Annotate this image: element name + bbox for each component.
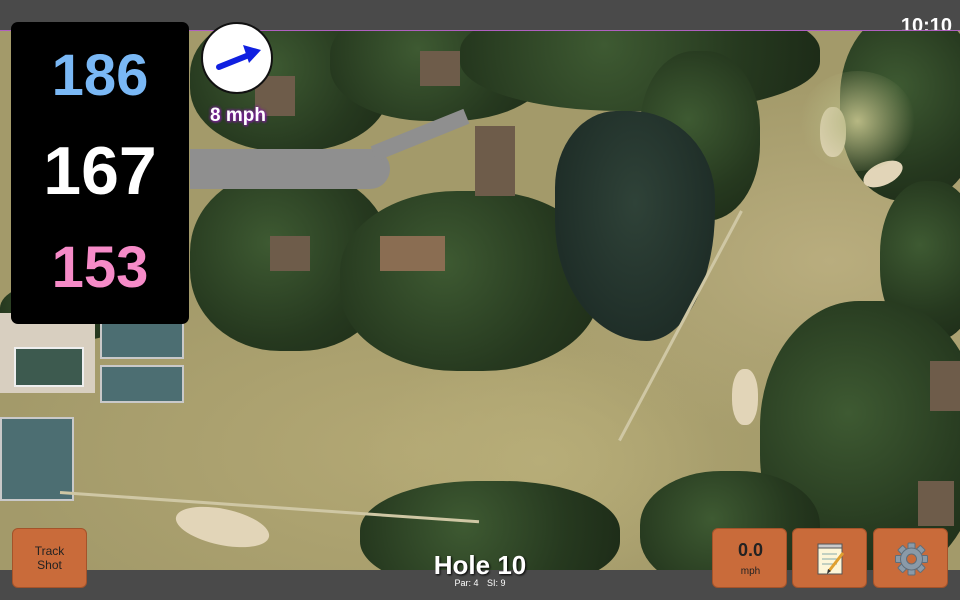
- wind-arrow-icon: [216, 45, 261, 70]
- house: [475, 126, 515, 196]
- back-distance: 186: [51, 43, 149, 108]
- distance-panel: 186 167 153: [11, 22, 189, 324]
- road: [190, 149, 390, 189]
- track-shot-label-line1: Track: [34, 544, 65, 558]
- putting-green: [800, 71, 915, 171]
- house: [420, 51, 460, 86]
- house: [380, 236, 445, 271]
- track-shot-button[interactable]: Track Shot: [12, 528, 87, 588]
- tennis-court: [0, 417, 74, 501]
- tennis-court: [100, 365, 184, 403]
- pool: [14, 347, 84, 387]
- hole-par: Par: 4: [454, 578, 479, 588]
- wind-direction-dial: [201, 22, 273, 94]
- front-distance: 153: [51, 235, 149, 300]
- speed-value: 0.0: [737, 540, 764, 560]
- hole-meta: Par: 4 SI: 9: [380, 578, 580, 588]
- bunker: [732, 369, 758, 425]
- hole-title: Hole 10: [433, 550, 527, 580]
- settings-button[interactable]: [873, 528, 948, 588]
- notepad-icon: [817, 543, 845, 575]
- speed-unit: mph: [740, 566, 761, 577]
- house: [270, 236, 310, 271]
- house: [930, 361, 960, 411]
- gear-icon: [895, 542, 928, 576]
- track-shot-label-line2: Shot: [37, 558, 62, 572]
- center-distance: 167: [43, 133, 157, 209]
- tennis-court: [100, 321, 184, 359]
- notes-button[interactable]: [792, 528, 867, 588]
- house: [918, 481, 954, 526]
- hole-stroke-index: SI: 9: [487, 578, 506, 588]
- wind-speed: 8 mph: [210, 105, 266, 126]
- speed-button[interactable]: 0.0 mph: [712, 528, 787, 588]
